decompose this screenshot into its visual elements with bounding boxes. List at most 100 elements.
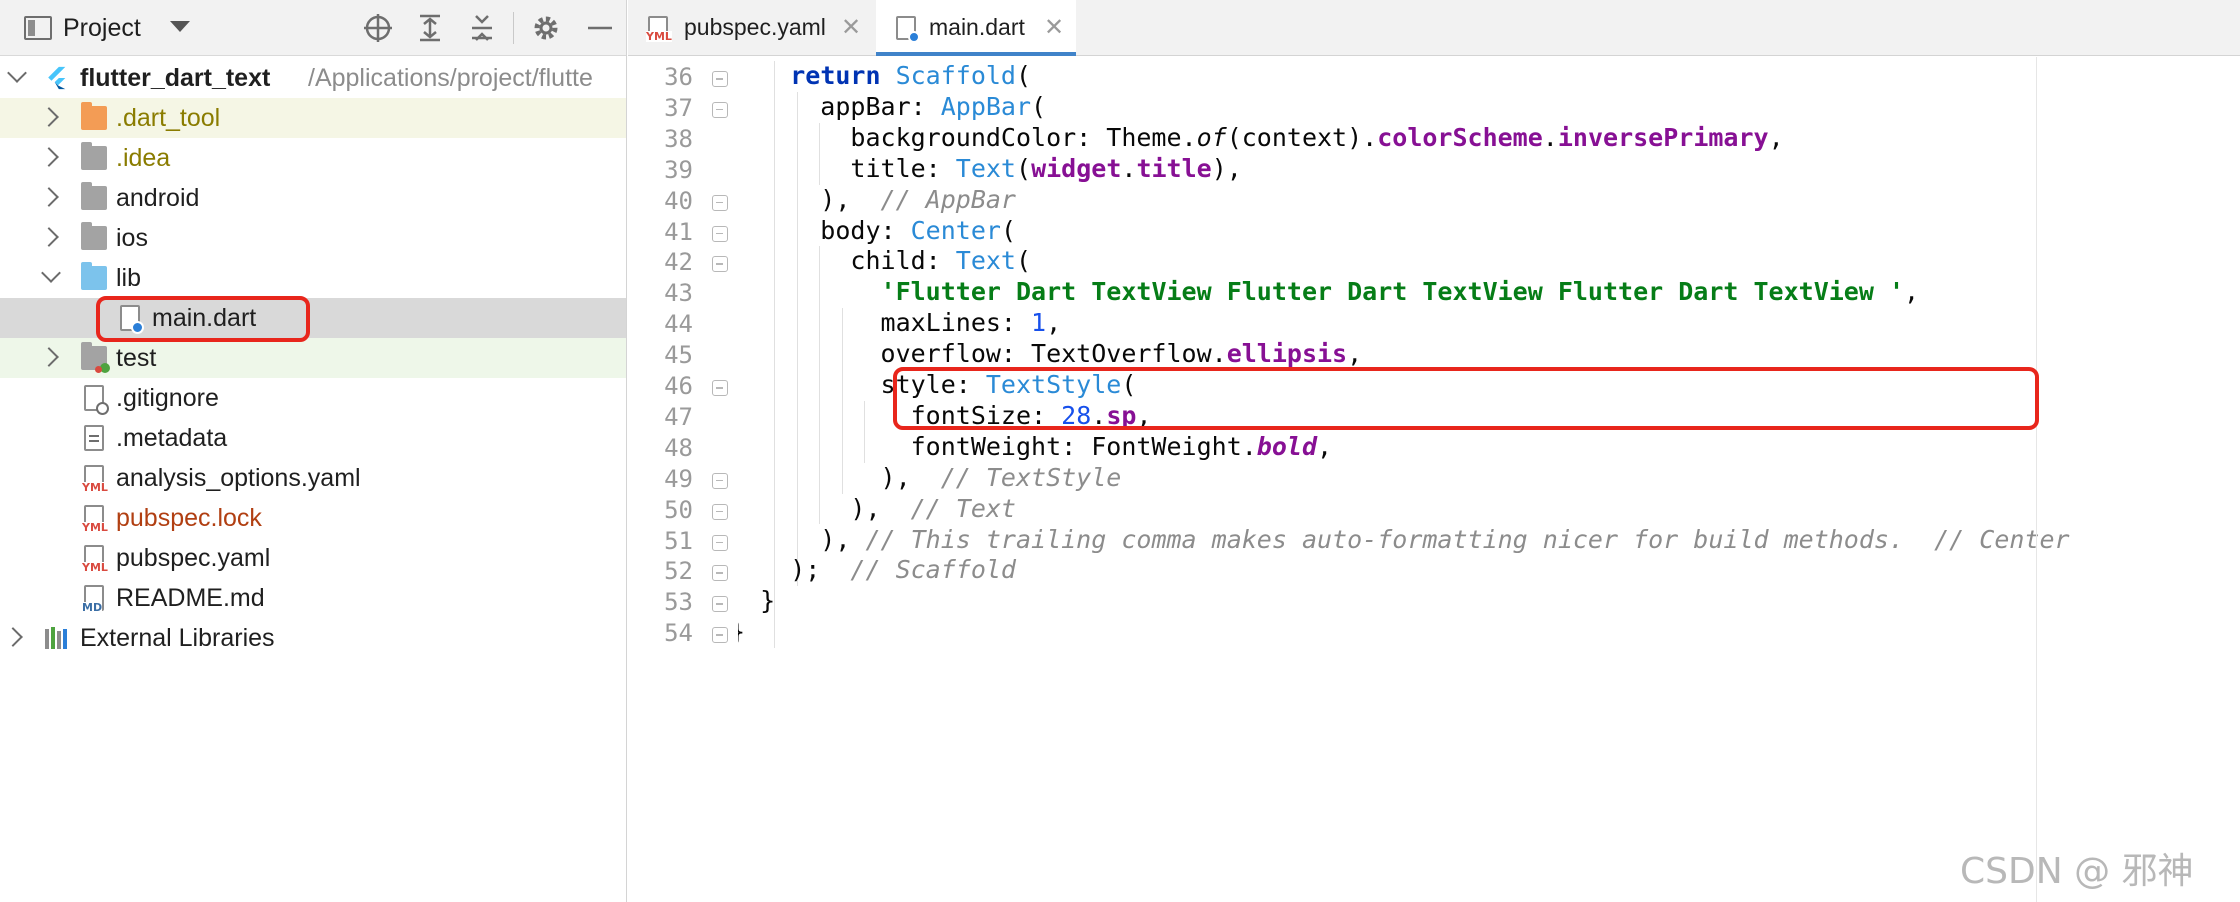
locate-file-icon[interactable]: [362, 12, 394, 44]
code-token: Scaffold: [895, 61, 1016, 90]
chevron-down-icon[interactable]: [170, 21, 190, 32]
flutter-icon: [48, 66, 66, 90]
tree-item-gitignore[interactable]: .gitignore: [0, 378, 626, 418]
line-number: 53: [664, 588, 693, 617]
code-token: (: [1016, 246, 1032, 276]
chevron-right-icon[interactable]: [3, 627, 23, 647]
code-token: body:: [738, 215, 911, 245]
tree-item-label: .gitignore: [116, 384, 219, 412]
tree-item-analysis-options[interactable]: YML analysis_options.yaml: [0, 458, 626, 498]
line-number: 54: [664, 619, 693, 648]
line-number: 47: [664, 402, 693, 431]
code-token: );: [738, 555, 851, 585]
fold-marker-icon[interactable]: [712, 194, 728, 211]
code-token: // AppBar: [880, 184, 1016, 214]
highlight-box-string-literal: [893, 367, 2039, 430]
tree-item-lib[interactable]: lib: [0, 258, 626, 298]
chevron-right-icon[interactable]: [39, 347, 59, 367]
chevron-right-icon[interactable]: [39, 147, 59, 167]
tab-label: main.dart: [929, 14, 1025, 40]
code-token: // This trailing comma makes auto-format…: [865, 524, 2070, 554]
folder-icon: [81, 222, 107, 250]
line-number: 36: [664, 63, 693, 91]
tree-item-label: test: [116, 344, 157, 372]
fold-marker-icon[interactable]: [712, 256, 728, 273]
chevron-down-icon[interactable]: [41, 263, 61, 283]
line-number: 44: [664, 310, 693, 339]
tree-item-android[interactable]: android: [0, 178, 626, 218]
fold-marker-icon[interactable]: [712, 101, 728, 118]
fold-marker-icon[interactable]: [712, 503, 728, 520]
tree-item-pubspec-yaml[interactable]: YML pubspec.yaml: [0, 538, 626, 578]
root-project-name: flutter_dart_text: [80, 64, 271, 92]
fold-marker-icon[interactable]: [712, 71, 728, 87]
tree-item-main-dart[interactable]: main.dart: [0, 298, 626, 338]
tree-item-label: README.md: [116, 584, 265, 612]
fold-marker-icon[interactable]: [712, 472, 728, 489]
tree-item-label: analysis_options.yaml: [116, 464, 361, 492]
code-token: ),: [738, 524, 866, 554]
line-number: 51: [664, 526, 693, 555]
code-token: inversePrimary: [1557, 122, 1769, 152]
close-icon[interactable]: ✕: [841, 13, 861, 41]
line-number: 48: [664, 433, 693, 462]
code-token: ,: [1046, 308, 1062, 338]
line-number: 40: [664, 186, 693, 215]
fold-marker-icon[interactable]: [712, 596, 728, 613]
code-line: ); // Scaffold: [738, 555, 1016, 599]
tree-item-root[interactable]: flutter_dart_text /Applications/project/…: [0, 58, 626, 98]
folder-test-icon: [81, 342, 110, 373]
line-number: 45: [664, 341, 693, 370]
tree-item-ios[interactable]: ios: [0, 218, 626, 258]
line-number: 46: [664, 372, 693, 400]
project-panel-header: Project: [0, 0, 626, 56]
fold-marker-icon[interactable]: [712, 565, 728, 582]
chevron-right-icon[interactable]: [39, 187, 59, 207]
chevron-down-icon[interactable]: [7, 63, 27, 83]
dart-file-icon: [896, 16, 920, 43]
tree-item-metadata[interactable]: .metadata: [0, 418, 626, 458]
libraries-icon: [45, 627, 67, 649]
editor-tab-bar: YML pubspec.yaml ✕ main.dart ✕: [628, 0, 2240, 56]
tree-item-label: ios: [116, 224, 148, 252]
code-token: 'Flutter Dart TextView Flutter Dart Text…: [880, 277, 1905, 307]
code-token: // Scaffold: [850, 555, 1016, 585]
tab-pubspec-yaml[interactable]: YML pubspec.yaml ✕: [628, 0, 872, 56]
code-token: (: [1016, 153, 1032, 183]
code-token: ,: [1768, 122, 1784, 152]
code-editor[interactable]: return Scaffold( appBar: AppBar( backgro…: [738, 57, 2240, 902]
fold-marker-icon[interactable]: [712, 380, 728, 396]
collapse-all-icon[interactable]: [466, 12, 498, 44]
fold-marker-icon[interactable]: [712, 627, 728, 644]
folder-blue-icon: [81, 262, 107, 290]
minimize-icon[interactable]: [584, 12, 616, 44]
fold-marker-icon[interactable]: [712, 534, 728, 551]
code-token: colorScheme: [1377, 122, 1543, 152]
code-token: fontWeight: FontWeight.: [738, 431, 1257, 461]
gitignore-file-icon: [84, 385, 109, 415]
tree-item-test[interactable]: test: [0, 338, 626, 378]
code-token: // Text: [910, 493, 1016, 523]
fold-marker-icon[interactable]: [712, 225, 728, 242]
gear-icon[interactable]: [530, 12, 562, 44]
tree-item-pubspec-lock[interactable]: YML pubspec.lock: [0, 498, 626, 538]
tree-item-dart-tool[interactable]: .dart_tool: [0, 98, 626, 138]
yaml-file-icon: YML: [646, 16, 672, 42]
chevron-right-icon[interactable]: [39, 107, 59, 127]
code-token: // TextStyle: [940, 462, 1122, 492]
tree-item-external-libraries[interactable]: External Libraries: [0, 618, 626, 658]
code-token: (: [1031, 91, 1047, 121]
tree-item-idea[interactable]: .idea: [0, 138, 626, 178]
expand-all-icon[interactable]: [414, 12, 446, 44]
code-token: ellipsis: [1226, 339, 1348, 369]
project-panel-title[interactable]: Project: [63, 14, 141, 43]
chevron-right-icon[interactable]: [39, 227, 59, 247]
close-icon[interactable]: ✕: [1044, 13, 1064, 41]
tree-item-readme[interactable]: MD README.md: [0, 578, 626, 618]
tab-label: pubspec.yaml: [684, 14, 826, 40]
project-tool-window: Project flutter_dart_text /Applications/…: [0, 0, 627, 902]
folder-orange-icon: [81, 102, 107, 130]
tab-main-dart[interactable]: main.dart ✕: [876, 0, 1076, 56]
yaml-file-icon: YML: [82, 505, 108, 533]
